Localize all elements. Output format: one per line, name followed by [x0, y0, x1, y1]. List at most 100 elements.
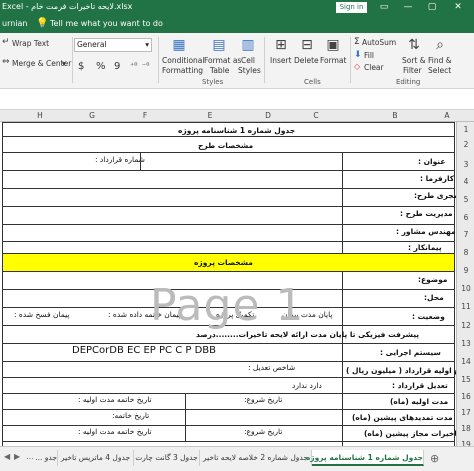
subject-label: موضوع: — [418, 275, 448, 284]
worksheet[interactable]: جدول شماره 1 شناسنامه پروژه مشخصات طرح ع… — [0, 122, 456, 446]
tell-me-input[interactable]: Tell me what you want to do — [50, 19, 163, 28]
section-title-plan: مشخصات طرح — [198, 141, 254, 150]
column-header: H G F E D C B A — [0, 110, 474, 122]
merge-dropdown-icon[interactable]: ▾ — [62, 59, 66, 68]
sign-in-button[interactable]: Sign in — [336, 2, 367, 13]
formula-bar[interactable] — [0, 89, 474, 110]
tab-sheet-3[interactable]: جدول 3 گانت چارت — [134, 450, 200, 466]
column-f[interactable]: F — [125, 111, 165, 120]
initial-end-date-label-2: تاریخ خاتمه مدت اولیه : — [78, 427, 152, 436]
clear-button[interactable]: Clear — [364, 63, 384, 72]
column-d[interactable]: D — [248, 111, 288, 120]
conditional-formatting-label-1[interactable]: Conditional — [162, 56, 204, 65]
row-number[interactable]: 2 — [457, 140, 474, 149]
lightbulb-icon: 💡 — [36, 18, 49, 29]
format-as-table-label-2[interactable]: Table — [210, 66, 229, 75]
cell-styles-label-1[interactable]: Cell — [241, 56, 255, 65]
tell-me-bar: urnian 💡 Tell me what you want to do — [0, 15, 474, 33]
user-name: urnian — [2, 19, 28, 28]
number-format-select[interactable]: General ▾ — [74, 38, 152, 52]
add-sheet-icon[interactable]: ⊕ — [430, 452, 439, 465]
format-button[interactable]: Format — [320, 56, 346, 65]
row-number[interactable]: 15 — [457, 375, 474, 384]
format-as-table-label-1[interactable]: Format as — [204, 56, 241, 65]
row-number[interactable]: 13 — [457, 339, 474, 348]
row-number[interactable]: 10 — [457, 284, 474, 293]
find-select-label-2[interactable]: Select — [428, 66, 451, 75]
employer-label: کارفرما : — [420, 174, 455, 183]
cell-styles-label-2[interactable]: Styles — [238, 66, 261, 75]
fill-button[interactable]: Fill — [364, 51, 374, 60]
column-g[interactable]: G — [72, 111, 112, 120]
merge-icon: ⇔ — [2, 57, 10, 67]
tab-sheet-5[interactable]: جدو ... — [35, 450, 58, 466]
editing-group-label: Editing — [396, 78, 421, 86]
format-as-table-icon[interactable]: ▤ — [208, 37, 230, 53]
wrap-text-icon: ↵ — [2, 37, 10, 47]
percent-button[interactable]: % — [96, 61, 106, 72]
autosum-button[interactable]: AutoSum — [362, 38, 396, 47]
currency-button[interactable]: $ — [78, 61, 84, 72]
end-date-label: تاریخ خاتمه: — [112, 411, 150, 420]
tab-scroll-left-icon[interactable]: ◀ — [4, 452, 10, 461]
sort-filter-label-2[interactable]: Filter — [403, 66, 422, 75]
find-select-icon[interactable]: ⌕ — [430, 37, 450, 53]
maximize-icon[interactable]: ▢ — [422, 0, 442, 15]
clear-icon[interactable]: ◇ — [354, 62, 360, 71]
row-number[interactable]: 1 — [457, 125, 474, 134]
tab-sheet-1[interactable]: جدول شماره 1 شناسنامه پروژه — [306, 450, 424, 466]
tab-sheet-4[interactable]: جدول 4 ماتریس تاخیر — [58, 450, 134, 466]
delete-button[interactable]: Delete — [294, 56, 319, 65]
row-number[interactable]: 17 — [457, 408, 474, 417]
row-number[interactable]: 3 — [457, 160, 474, 169]
row-number[interactable]: 5 — [457, 195, 474, 204]
adjustment-has-options[interactable]: دارد ندارد — [292, 381, 322, 390]
column-b[interactable]: B — [375, 111, 415, 120]
ribbon-display-icon[interactable]: ▭ — [374, 0, 394, 15]
autosum-icon[interactable]: Σ — [354, 37, 360, 47]
find-select-label-1[interactable]: Find & — [428, 56, 452, 65]
cells-group-label: Cells — [304, 78, 321, 86]
row-number[interactable]: 8 — [457, 248, 474, 257]
page-watermark: Page 1 — [150, 280, 305, 331]
column-e[interactable]: E — [190, 111, 230, 120]
row-number[interactable]: 7 — [457, 230, 474, 239]
close-icon[interactable]: ✕ — [448, 0, 468, 15]
row-number[interactable]: 14 — [457, 357, 474, 366]
tab-scroll-right-icon[interactable]: ▶ — [14, 452, 20, 461]
styles-group-label: Styles — [202, 78, 224, 86]
conditional-formatting-label-2[interactable]: Formatting — [162, 66, 203, 75]
fill-icon[interactable]: ⬇ — [354, 50, 362, 60]
location-label: محل: — [424, 293, 444, 302]
insert-icon[interactable]: ⊞ — [272, 37, 290, 53]
tab-sheet-2[interactable]: جدول شماره 2 خلاصه لایحه تاخیر — [200, 450, 312, 466]
more-tabs-icon[interactable]: … — [26, 452, 34, 461]
column-a[interactable]: A — [440, 111, 454, 120]
wrap-text-button[interactable]: Wrap Text — [12, 39, 49, 48]
initial-amount-label: مبلغ اولیه قرارداد ( میلیون ریال ) — [346, 366, 456, 375]
status-option-cancelled[interactable]: پیمان فسخ شده : — [14, 310, 69, 319]
row-number[interactable]: 12 — [457, 321, 474, 330]
sort-filter-label-1[interactable]: Sort & — [402, 56, 426, 65]
row-number[interactable]: 11 — [457, 302, 474, 311]
minimize-icon[interactable]: — — [398, 0, 418, 15]
comma-button[interactable]: 9 — [114, 61, 120, 72]
column-c[interactable]: C — [296, 111, 336, 120]
format-icon[interactable]: ▣ — [324, 37, 342, 53]
row-number[interactable]: 16 — [457, 392, 474, 401]
row-number[interactable]: 9 — [457, 266, 474, 275]
insert-button[interactable]: Insert — [270, 56, 292, 65]
initial-duration-label: مدت اولیه (ماه) — [390, 397, 449, 406]
row-number[interactable]: 18 — [457, 424, 474, 433]
sort-filter-icon[interactable]: ⇅ — [404, 37, 424, 53]
row-number[interactable]: 4 — [457, 177, 474, 186]
row-number[interactable]: 6 — [457, 213, 474, 222]
decrease-decimal-icon[interactable]: ⁻⁰ — [142, 61, 149, 70]
column-h[interactable]: H — [20, 111, 60, 120]
increase-decimal-icon[interactable]: ⁺⁰ — [130, 61, 137, 70]
physical-progress-label: پیشرفت فیزیکی تا پایان مدت ارائه لایحه ت… — [196, 330, 420, 339]
sheet-tab-bar: ◀ ▶ … جدو ... جدول 4 ماتریس تاخیر جدول 3… — [0, 446, 474, 471]
cell-styles-icon[interactable]: ▥ — [238, 37, 258, 53]
conditional-formatting-icon[interactable]: ▦ — [166, 37, 192, 53]
delete-icon[interactable]: ⊟ — [298, 37, 316, 53]
